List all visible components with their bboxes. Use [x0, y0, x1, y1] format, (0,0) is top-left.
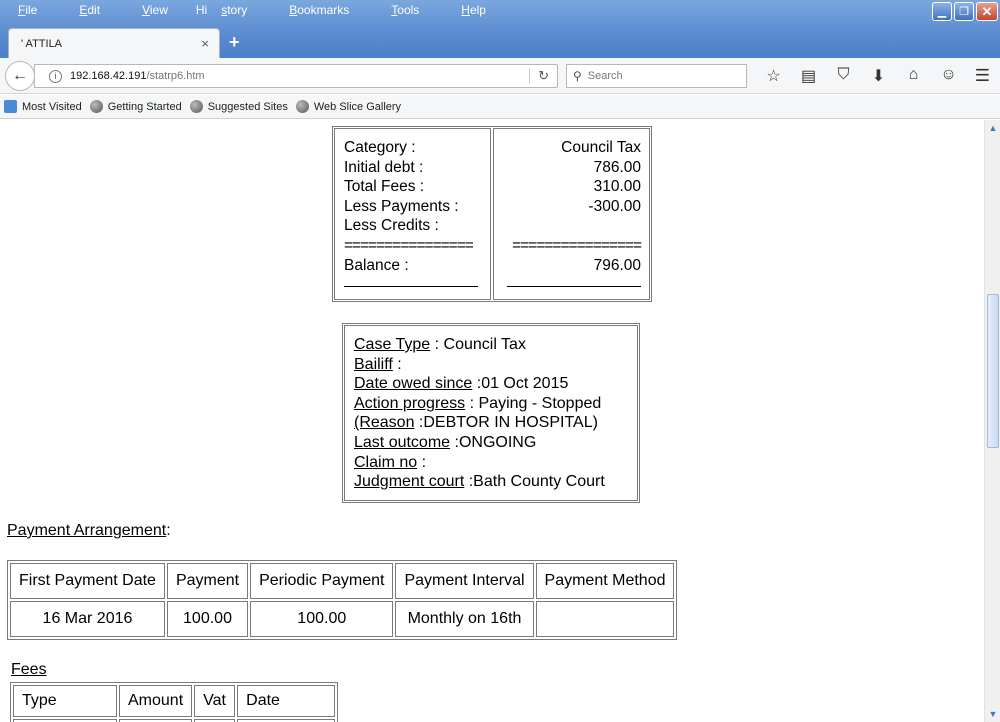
judgment-court-row: Judgment court :Bath County Court: [354, 473, 605, 491]
globe-icon: [189, 100, 203, 113]
table-header-row: Type Amount Vat Date: [13, 685, 336, 717]
search-placeholder: Search: [587, 70, 623, 82]
case-details-box: Case Type : Council Tax Bailiff : Date o…: [342, 323, 640, 503]
menu-file[interactable]: File: [4, 3, 51, 17]
menu-tools[interactable]: Tools: [377, 3, 433, 17]
date-owed-row: Date owed since :01 Oct 2015: [354, 375, 569, 393]
scrollbar-thumb[interactable]: [987, 294, 999, 448]
menu-edit[interactable]: Edit: [65, 3, 114, 17]
table-cell: 100.00: [166, 601, 249, 637]
restore-button[interactable]: ❐: [954, 2, 974, 21]
case-type-row: Case Type : Council Tax: [354, 336, 526, 353]
balance-labels: Category : Initial debt : Total Fees : L…: [334, 128, 491, 301]
home-icon[interactable]: ⌂: [896, 66, 931, 86]
bailiff-row: Bailiff :: [354, 355, 402, 373]
bookmarks-toolbar: Most Visited Getting Started Suggested S…: [0, 95, 1000, 119]
url-host: 192.168.42.191: [70, 70, 147, 82]
table-header: Amount: [119, 685, 193, 717]
minimize-button[interactable]: ▁: [932, 2, 952, 21]
bookmark-most-visited[interactable]: Most Visited: [4, 100, 82, 113]
separator: [507, 275, 641, 288]
table-header: Payment: [166, 563, 249, 599]
menu-help[interactable]: Help: [447, 3, 500, 17]
action-progress-row: Action progress : Paying - Stopped: [354, 394, 602, 412]
payment-arrangement-table: First Payment Date Payment Periodic Paym…: [7, 560, 678, 640]
hello-icon[interactable]: ☺: [931, 66, 966, 86]
menu-bookmarks[interactable]: Bookmarks: [275, 3, 363, 17]
table-cell: Monthly on 16th: [395, 601, 534, 637]
fees-table: Type Amount Vat Date: [10, 682, 339, 722]
balance-values: Council Tax 786.00 310.00 -300.00 ======…: [493, 128, 650, 301]
info-icon[interactable]: i: [49, 69, 62, 83]
table-header: Date: [237, 685, 336, 717]
tab-close-icon[interactable]: ×: [201, 36, 209, 51]
table-cell: 16 Mar 2016: [10, 601, 165, 637]
table-header: Payment Interval: [395, 563, 534, 599]
search-input[interactable]: ⚲ Search: [566, 64, 747, 88]
most-visited-icon: [4, 100, 17, 113]
menu-hamburger-icon[interactable]: ☰: [975, 66, 990, 86]
menu-history[interactable]: Hi story: [196, 3, 261, 17]
vertical-scrollbar[interactable]: ▲ ▼: [984, 120, 1000, 722]
reader-view-icon[interactable]: ▤: [791, 66, 826, 86]
last-outcome-row: Last outcome :ONGOING: [354, 433, 537, 451]
fees-heading: Fees: [11, 661, 47, 678]
tab-attila[interactable]: ' ATTILA ×: [8, 28, 220, 58]
bookmark-web-slice-gallery[interactable]: Web Slice Gallery: [295, 100, 401, 113]
table-row: 16 Mar 2016 100.00 100.00 Monthly on 16t…: [10, 601, 675, 637]
reload-icon[interactable]: ↻: [529, 68, 549, 84]
table-cell: [535, 601, 675, 637]
url-bar[interactable]: i 192.168.42.191/statrp6.htm ↻: [34, 64, 558, 88]
scroll-up-icon[interactable]: ▲: [987, 122, 999, 134]
downloads-icon[interactable]: ⬇: [861, 66, 896, 86]
new-tab-button[interactable]: +: [229, 32, 240, 53]
pocket-icon[interactable]: ⛉: [826, 66, 861, 86]
menu-view[interactable]: View: [128, 3, 182, 17]
back-button[interactable]: ←: [5, 61, 35, 91]
payment-arrangement-heading: Payment Arrangement :: [7, 522, 171, 539]
separator: [344, 275, 478, 288]
menu-bar: File Edit View Hi story Bookmarks Tools H…: [0, 0, 514, 20]
table-cell: 100.00: [250, 601, 394, 637]
bookmark-getting-started[interactable]: Getting Started: [89, 100, 182, 113]
table-header: Type: [13, 685, 117, 717]
claim-no-row: Claim no :: [354, 453, 427, 471]
url-path: /statrp6.htm: [146, 70, 205, 82]
close-window-button[interactable]: ✕: [976, 2, 998, 21]
reason-row: (Reason :DEBTOR IN HOSPITAL): [354, 414, 598, 432]
scroll-down-icon[interactable]: ▼: [987, 708, 999, 720]
window-titlebar: File Edit View Hi story Bookmarks Tools H…: [0, 0, 1000, 58]
navigation-toolbar: i 192.168.42.191/statrp6.htm ↻ ← ⚲ Searc…: [0, 58, 1000, 94]
table-header: Vat: [194, 685, 236, 717]
page-content: Category : Initial debt : Total Fees : L…: [0, 120, 984, 722]
tab-strip: ' ATTILA × +: [0, 26, 1000, 58]
back-arrow-icon: ←: [12, 67, 28, 84]
toolbar-icons: ☆ ▤ ⛉ ⬇ ⌂ ☺: [756, 66, 966, 86]
bookmark-suggested-sites[interactable]: Suggested Sites: [189, 100, 288, 113]
globe-icon: [89, 100, 103, 113]
table-header: Periodic Payment: [250, 563, 394, 599]
tab-title: ' ATTILA: [21, 37, 63, 50]
window-controls: ▁ ❐ ✕: [932, 2, 998, 21]
table-header: Payment Method: [535, 563, 675, 599]
globe-icon: [295, 100, 309, 113]
search-icon: ⚲: [573, 69, 582, 83]
balance-summary-table: Category : Initial debt : Total Fees : L…: [332, 126, 652, 303]
table-header: First Payment Date: [10, 563, 165, 599]
table-header-row: First Payment Date Payment Periodic Paym…: [10, 563, 675, 599]
bookmark-star-icon[interactable]: ☆: [756, 66, 791, 86]
